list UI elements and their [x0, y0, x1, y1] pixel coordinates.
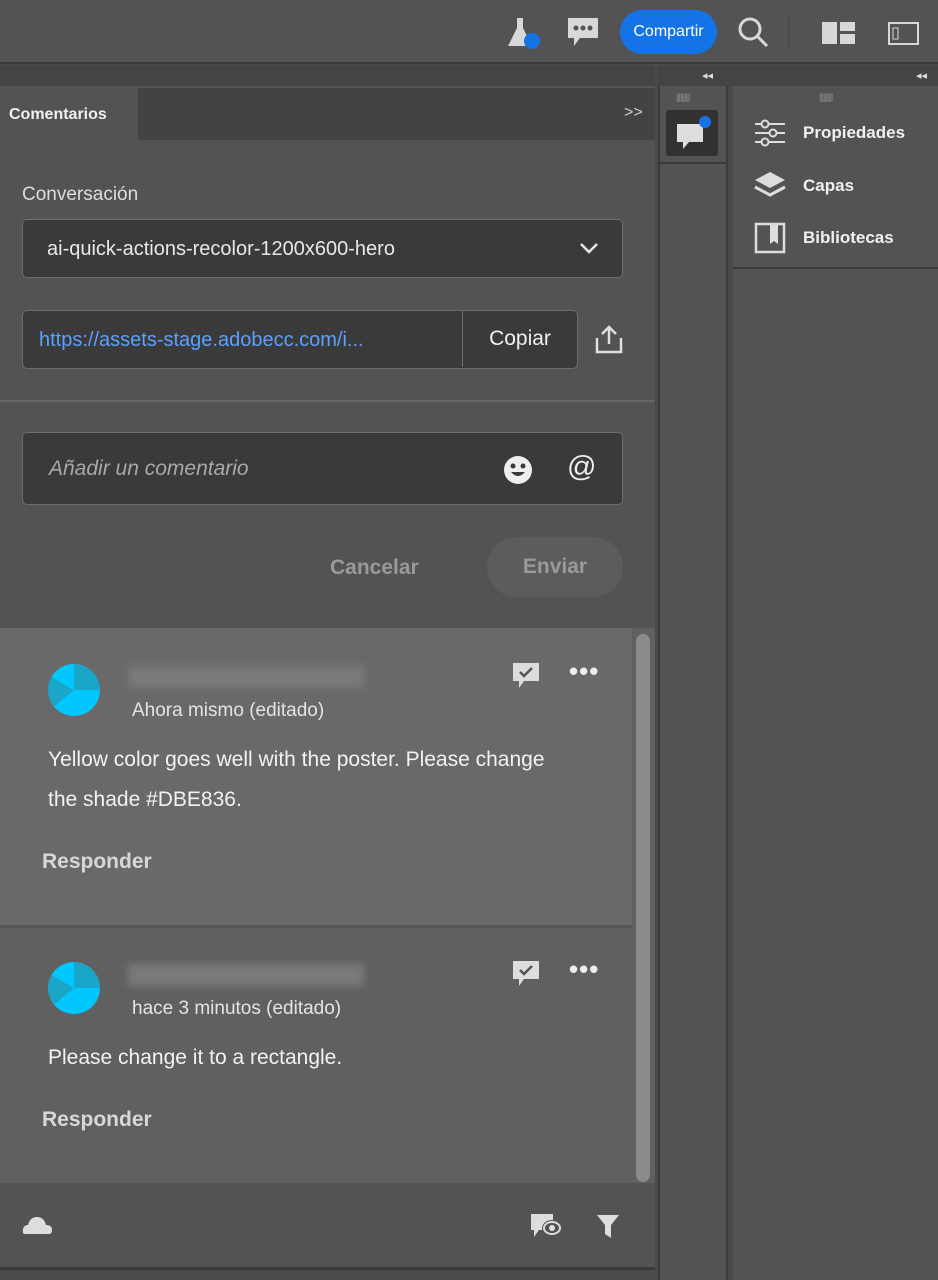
scrollbar[interactable]: [636, 634, 650, 1182]
collapse-icon[interactable]: ◂◂: [916, 69, 927, 82]
comment-item: hace 3 minutos (editado) ••• Please chan…: [0, 928, 632, 1183]
resolve-icon[interactable]: [512, 960, 540, 988]
avatar: [48, 962, 100, 1014]
tab-comentarios[interactable]: Comentarios: [0, 88, 138, 142]
collapse-strip: [0, 66, 655, 86]
cloud-icon[interactable]: [22, 1214, 54, 1236]
comment-text: Yellow color goes well with the poster. …: [48, 748, 545, 811]
panel-item-propiedades[interactable]: Propiedades: [753, 118, 905, 148]
grip-handle[interactable]: ||||||||||: [819, 92, 833, 102]
reply-button[interactable]: Responder: [42, 850, 152, 874]
author-name-redacted: [128, 964, 364, 986]
panel-item-label: Propiedades: [803, 123, 906, 142]
more-icon[interactable]: •••: [569, 656, 599, 687]
comments-panel: Comentarios >> Conversación ai-quick-act…: [0, 86, 655, 1270]
share-button[interactable]: Compartir: [620, 10, 717, 54]
panel-item-bibliotecas[interactable]: Bibliotecas: [753, 222, 894, 254]
show-comments-icon[interactable]: [530, 1212, 566, 1242]
comment-item: Ahora mismo (editado) ••• Yellow color g…: [0, 628, 632, 925]
comment-list: Ahora mismo (editado) ••• Yellow color g…: [0, 628, 655, 1183]
panel-item-label: Capas: [803, 176, 855, 195]
divider: [733, 267, 938, 269]
layout-icon[interactable]: [822, 22, 856, 44]
comment-time: Ahora mismo (editado): [132, 700, 325, 721]
search-icon[interactable]: [737, 16, 771, 50]
avatar: [48, 664, 100, 716]
libraries-icon: [754, 222, 786, 254]
link-field: https://assets-stage.adobecc.com/i... Co…: [22, 310, 578, 369]
conversation-dropdown[interactable]: ai-quick-actions-recolor-1200x600-hero: [22, 219, 623, 278]
conversation-label: Conversación: [22, 184, 139, 205]
tab-bar: Comentarios >>: [0, 88, 655, 142]
divider: [0, 1267, 655, 1270]
conversation-value: ai-quick-actions-recolor-1200x600-hero: [47, 238, 395, 260]
chevron-down-icon: [580, 243, 598, 254]
copy-button[interactable]: Copiar: [462, 311, 577, 367]
sliders-icon: [755, 119, 785, 147]
layers-icon: [754, 172, 786, 197]
chat-icon[interactable]: [566, 16, 600, 48]
comment-placeholder: Añadir un comentario: [49, 457, 249, 480]
link-value[interactable]: https://assets-stage.adobecc.com/i...: [39, 329, 364, 352]
divider: [0, 400, 655, 402]
collapse-icon[interactable]: ◂◂: [702, 69, 713, 82]
grip-handle[interactable]: ||||||||||: [676, 92, 690, 102]
comment-text: Please change it to a rectangle.: [48, 1046, 343, 1069]
more-icon[interactable]: •••: [569, 954, 599, 985]
comment-input[interactable]: Añadir un comentario @: [22, 432, 623, 505]
comment-time: hace 3 minutos (editado): [132, 998, 342, 1019]
comments-panel-button[interactable]: [666, 110, 718, 156]
emoji-icon[interactable]: [503, 455, 533, 485]
resolve-icon[interactable]: [512, 662, 540, 690]
comment-icon: [677, 116, 711, 149]
author-name-redacted: [128, 666, 364, 688]
expand-icon[interactable]: >>: [624, 104, 643, 122]
panel-icon[interactable]: [888, 22, 920, 46]
share-icon[interactable]: [593, 324, 625, 356]
filter-icon[interactable]: [596, 1214, 620, 1240]
top-bar: Compartir: [0, 0, 938, 64]
divider: [660, 162, 726, 164]
panel-item-capas[interactable]: Capas: [753, 170, 854, 202]
cancel-button[interactable]: Cancelar: [330, 556, 419, 580]
panel-item-label: Bibliotecas: [803, 228, 894, 247]
right-panel: |||||||||| Propiedades Capas Bibliotecas: [733, 86, 938, 1280]
mention-icon[interactable]: @: [567, 451, 596, 484]
reply-button[interactable]: Responder: [42, 1108, 152, 1132]
panel-dock: ||||||||||: [658, 86, 728, 1280]
divider: [788, 14, 790, 50]
send-button[interactable]: Enviar: [487, 537, 623, 597]
flask-icon[interactable]: [505, 14, 543, 52]
collapse-strip: ◂◂ ◂◂: [658, 66, 938, 86]
